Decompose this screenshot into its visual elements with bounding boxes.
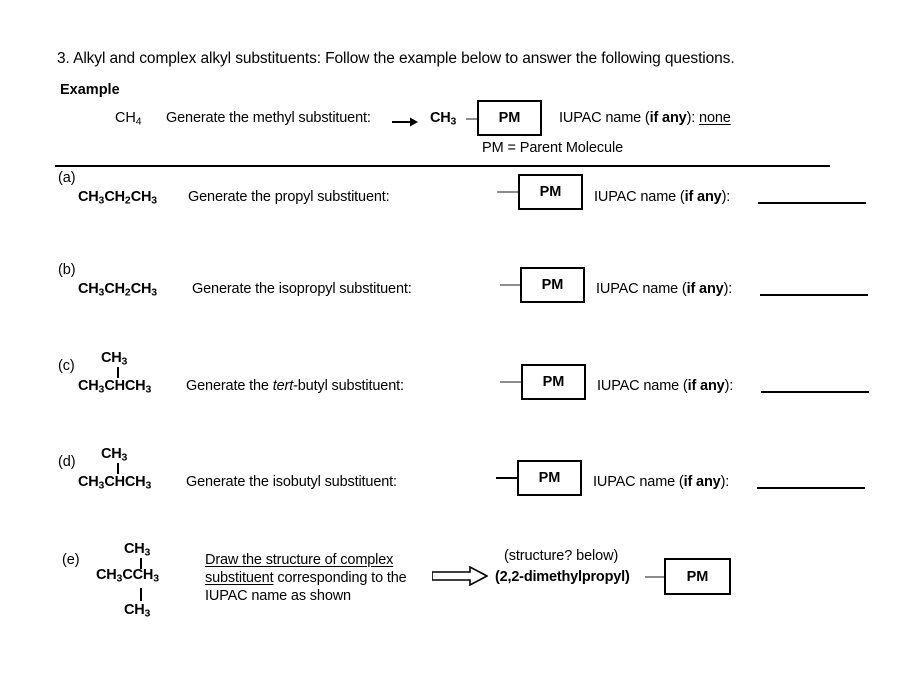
iupac-suffix: ): (724, 378, 734, 394)
pm-box-c[interactable]: PM (521, 364, 586, 400)
row-d-iupac-label: IUPAC name (if any): (593, 474, 729, 490)
example-iupac-label: IUPAC name (if any): none (559, 110, 731, 126)
row-a-iupac-label: IUPAC name (if any): (594, 189, 730, 205)
example-answer: none (699, 110, 731, 126)
row-c-answer-blank[interactable] (761, 391, 869, 393)
row-b-formula: CH3CH2CH3 (78, 281, 158, 299)
row-e-structure-note: (structure? below) (504, 548, 619, 564)
iupac-bold: if any (649, 110, 687, 126)
row-e-instruction-line3: IUPAC name as shown (205, 588, 351, 604)
row-e-substituent-name: (2,2-dimethylpropyl) (495, 569, 630, 585)
iupac-suffix: ): (723, 281, 733, 297)
pm-legend: PM = Parent Molecule (482, 140, 624, 156)
row-letter-d: (d) (58, 454, 76, 470)
iupac-prefix: IUPAC name ( (593, 474, 684, 490)
row-a-bond (497, 191, 519, 193)
iupac-bold: if any (686, 281, 724, 297)
row-e-instruction-line2-rest: corresponding to the (273, 570, 407, 586)
row-c-bond (500, 381, 522, 383)
row-e-vertical-bond-bottom (140, 588, 142, 601)
row-e-instruction-line2-underlined: substituent (205, 570, 274, 586)
iupac-suffix: ): (720, 474, 730, 490)
iupac-suffix: ): (721, 189, 731, 205)
iupac-bold: if any (687, 378, 725, 394)
right-arrow-icon (392, 115, 418, 133)
iupac-prefix: IUPAC name ( (594, 189, 685, 205)
pm-box-b[interactable]: PM (520, 267, 585, 303)
row-d-prompt: Generate the isobutyl substituent: (186, 474, 397, 490)
row-b-iupac-label: IUPAC name (if any): (596, 281, 732, 297)
row-a-answer-blank[interactable] (758, 202, 866, 204)
row-e-instruction-line1: Draw the structure of complex (205, 552, 394, 568)
row-c-iupac-label: IUPAC name (if any): (597, 378, 733, 394)
block-right-arrow-icon (431, 565, 489, 591)
row-b-answer-blank[interactable] (760, 294, 868, 296)
page-title: 3. Alkyl and complex alkyl substituents:… (57, 50, 735, 67)
pm-box-a[interactable]: PM (518, 174, 583, 210)
row-letter-a: (a) (58, 170, 76, 186)
row-d-vertical-bond (117, 463, 119, 474)
row-letter-c: (c) (58, 358, 75, 374)
row-letter-b: (b) (58, 262, 76, 278)
iupac-suffix: ): (686, 110, 696, 126)
row-c-prompt: Generate the tert-butyl substituent: (186, 378, 404, 394)
iupac-prefix: IUPAC name ( (597, 378, 688, 394)
row-e-formula-bottom: CH3 (124, 602, 151, 620)
row-b-prompt: Generate the isopropyl substituent: (192, 281, 412, 297)
example-substituent-label: CH3 (430, 110, 457, 128)
row-d-bond (496, 477, 518, 479)
pm-box-e[interactable]: PM (664, 558, 731, 595)
row-d-formula-top: CH3 (101, 446, 128, 464)
pm-box-d[interactable]: PM (517, 460, 582, 496)
row-e-formula-mid: CH3CCH3 (96, 567, 159, 585)
iupac-bold: if any (683, 474, 721, 490)
tert-italic: tert (272, 378, 294, 394)
row-d-formula: CH3CHCH3 (78, 474, 152, 492)
row-d-answer-blank[interactable] (757, 487, 865, 489)
example-label: Example (60, 82, 120, 98)
iupac-prefix: IUPAC name ( (596, 281, 687, 297)
pm-box-example[interactable]: PM (477, 100, 542, 136)
iupac-prefix: IUPAC name ( (559, 110, 650, 126)
row-c-formula-top: CH3 (101, 350, 128, 368)
example-prompt: Generate the methyl substituent: (166, 110, 371, 126)
row-a-formula: CH3CH2CH3 (78, 189, 158, 207)
row-c-vertical-bond (117, 367, 119, 378)
row-e-formula-top: CH3 (124, 541, 151, 559)
row-e-instruction-line2: substituent corresponding to the (205, 569, 407, 587)
row-e-instruction: Draw the structure of complex substituen… (205, 551, 407, 605)
row-a-prompt: Generate the propyl substituent: (188, 189, 390, 205)
example-formula: CH4 (115, 110, 142, 128)
row-letter-e: (e) (62, 552, 80, 568)
row-b-bond (500, 284, 522, 286)
row-c-formula: CH3CHCH3 (78, 378, 152, 396)
section-divider (55, 165, 830, 167)
iupac-bold: if any (684, 189, 722, 205)
